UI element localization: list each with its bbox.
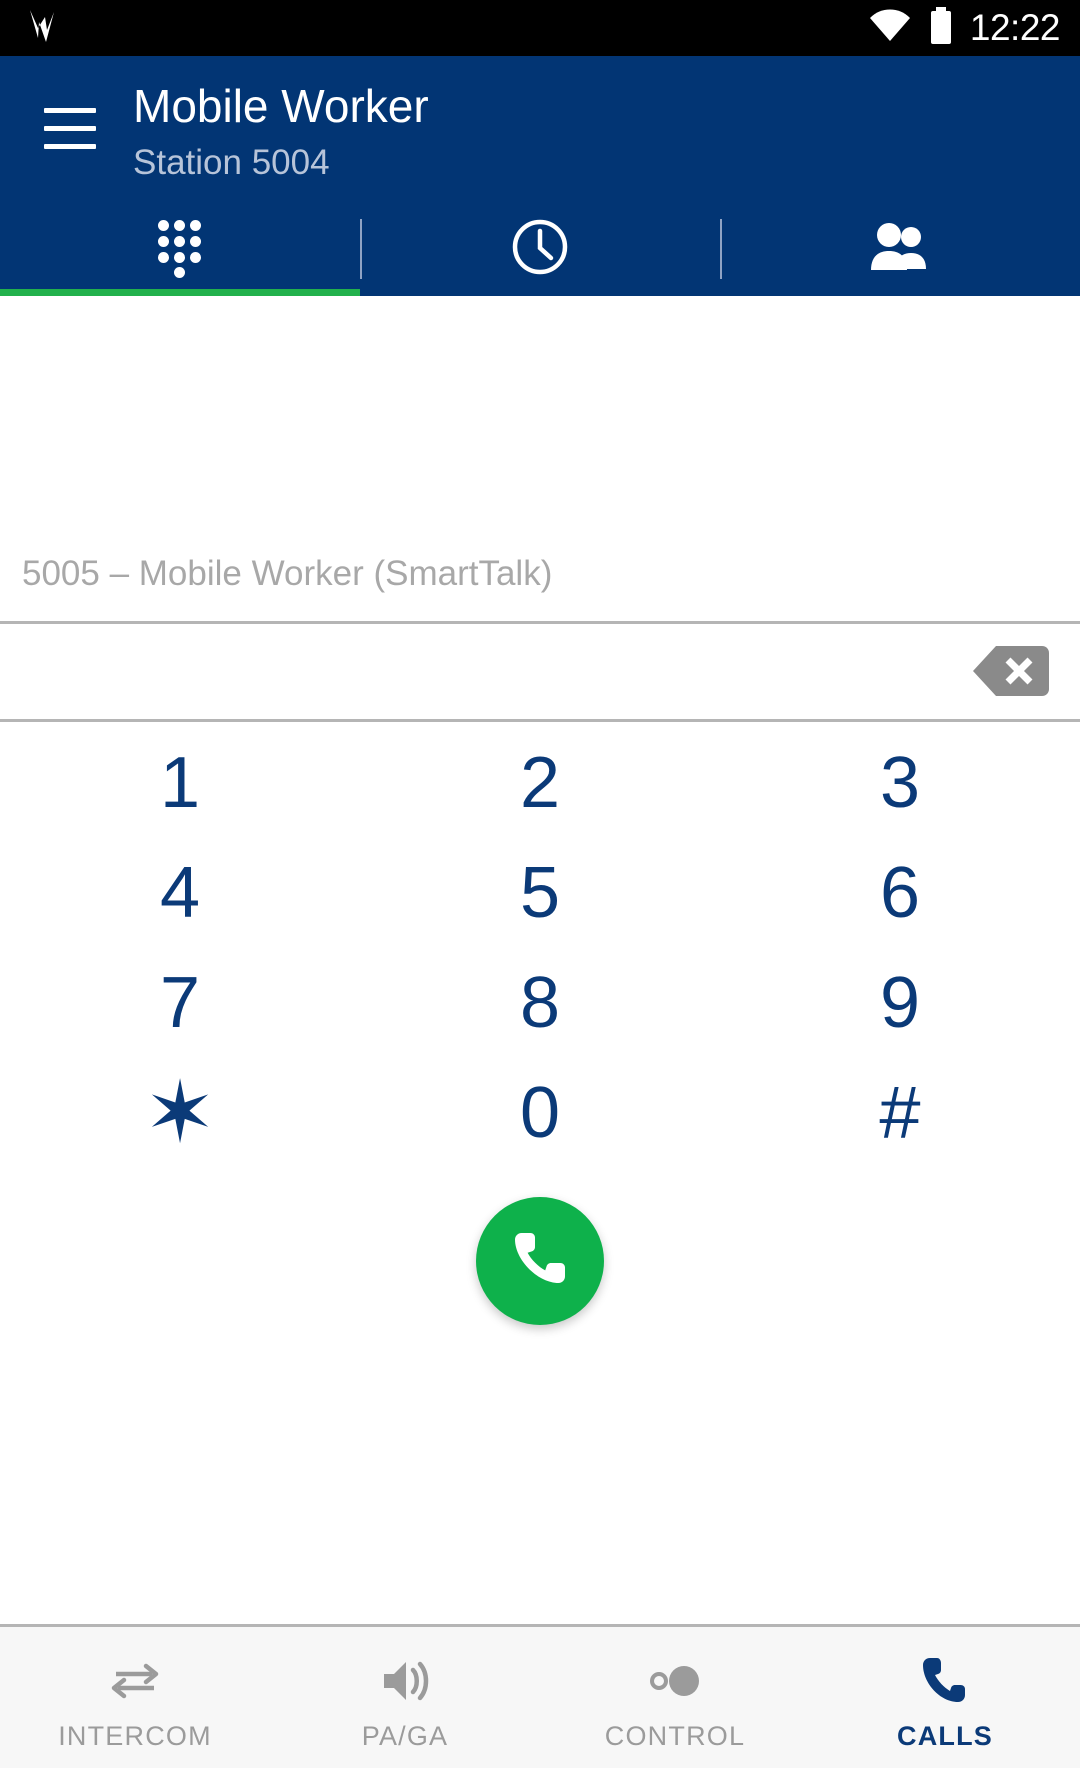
backspace-delete-icon[interactable]	[972, 643, 1050, 699]
key-label: 5	[519, 852, 561, 933]
number-input-row	[0, 623, 1080, 719]
content-bottom-spacer	[0, 1367, 1080, 1624]
tab-dialpad[interactable]	[0, 202, 360, 296]
battery-full-icon	[928, 6, 954, 50]
page-title: Mobile Worker	[133, 80, 429, 132]
phone-handset-icon	[920, 1653, 970, 1709]
clock-recents-icon	[511, 218, 569, 281]
key-2[interactable]: 2	[360, 728, 720, 838]
active-tab-indicator	[0, 289, 360, 296]
key-label: 4	[159, 852, 201, 933]
key-label: 1	[159, 742, 201, 823]
volume-speaker-icon	[378, 1653, 432, 1709]
app-bar: Mobile Worker Station 5004	[0, 56, 1080, 296]
keypad-row: 7 8 9	[0, 948, 1080, 1058]
hamburger-menu-icon[interactable]	[44, 78, 96, 149]
key-1[interactable]: 1	[0, 728, 360, 838]
dialer-screen: 12:22 Mobile Worker Station 5004 5005 – …	[0, 0, 1080, 1768]
call-button-area	[0, 1168, 1080, 1368]
key-label: ✶	[143, 1064, 217, 1161]
key-label: 2	[519, 742, 561, 823]
app-bar-titles: Mobile Worker Station 5004	[133, 78, 429, 188]
top-tab-bar	[0, 202, 1080, 296]
key-4[interactable]: 4	[0, 838, 360, 948]
app-bar-top-row: Mobile Worker Station 5004	[0, 78, 1080, 188]
key-9[interactable]: 9	[720, 948, 1080, 1058]
tab-recents[interactable]	[360, 202, 720, 296]
nav-item-intercom[interactable]: INTERCOM	[0, 1627, 270, 1768]
status-bar-right: 12:22	[868, 6, 1061, 50]
nav-label: PA/GA	[361, 1721, 449, 1751]
keypad: 1 2 3 4 5 6 7 8 9 ✶ 0 #	[0, 722, 1080, 1168]
dialer-content: 5005 – Mobile Worker (SmartTalk) 1 2 3 4	[0, 296, 1080, 1624]
nav-item-paga[interactable]: PA/GA	[270, 1627, 540, 1768]
key-label: 7	[159, 962, 201, 1043]
toggle-control-icon	[646, 1653, 704, 1709]
wifi-icon	[868, 9, 912, 48]
call-button[interactable]	[476, 1196, 604, 1325]
status-bar-left	[26, 8, 60, 49]
notification-arrow-icon	[26, 8, 60, 49]
key-label: 9	[879, 962, 921, 1043]
nav-label: CONTROL	[604, 1721, 746, 1751]
nav-label: CALLS	[897, 1721, 993, 1751]
nav-label: INTERCOM	[58, 1721, 212, 1751]
key-5[interactable]: 5	[360, 838, 720, 948]
key-label: 3	[879, 742, 921, 823]
key-label: 6	[879, 852, 921, 933]
keypad-row: 1 2 3	[0, 728, 1080, 838]
key-0[interactable]: 0	[360, 1058, 720, 1168]
key-star[interactable]: ✶	[0, 1058, 360, 1168]
suggestion-area: 5005 – Mobile Worker (SmartTalk)	[0, 296, 1080, 621]
key-label: #	[879, 1070, 921, 1154]
keypad-row: 4 5 6	[0, 838, 1080, 948]
phone-call-icon	[509, 1227, 571, 1294]
key-8[interactable]: 8	[360, 948, 720, 1058]
dialpad-icon	[158, 220, 202, 278]
bottom-navigation-bar: INTERCOM PA/GA CONTROL CALLS	[0, 1624, 1080, 1768]
status-bar: 12:22	[0, 0, 1080, 56]
keypad-row: ✶ 0 #	[0, 1058, 1080, 1168]
key-label: 0	[519, 1072, 561, 1153]
key-hash[interactable]: #	[720, 1058, 1080, 1168]
swap-arrows-icon	[108, 1653, 162, 1709]
nav-item-calls[interactable]: CALLS	[810, 1627, 1080, 1768]
dial-suggestion[interactable]: 5005 – Mobile Worker (SmartTalk)	[0, 553, 1080, 621]
key-label: 8	[519, 962, 561, 1043]
contacts-people-icon	[868, 222, 932, 277]
tab-contacts[interactable]	[720, 202, 1080, 296]
page-subtitle: Station 5004	[133, 143, 330, 182]
status-bar-clock: 12:22	[969, 7, 1061, 48]
nav-item-control[interactable]: CONTROL	[540, 1627, 810, 1768]
key-6[interactable]: 6	[720, 838, 1080, 948]
key-3[interactable]: 3	[720, 728, 1080, 838]
key-7[interactable]: 7	[0, 948, 360, 1058]
